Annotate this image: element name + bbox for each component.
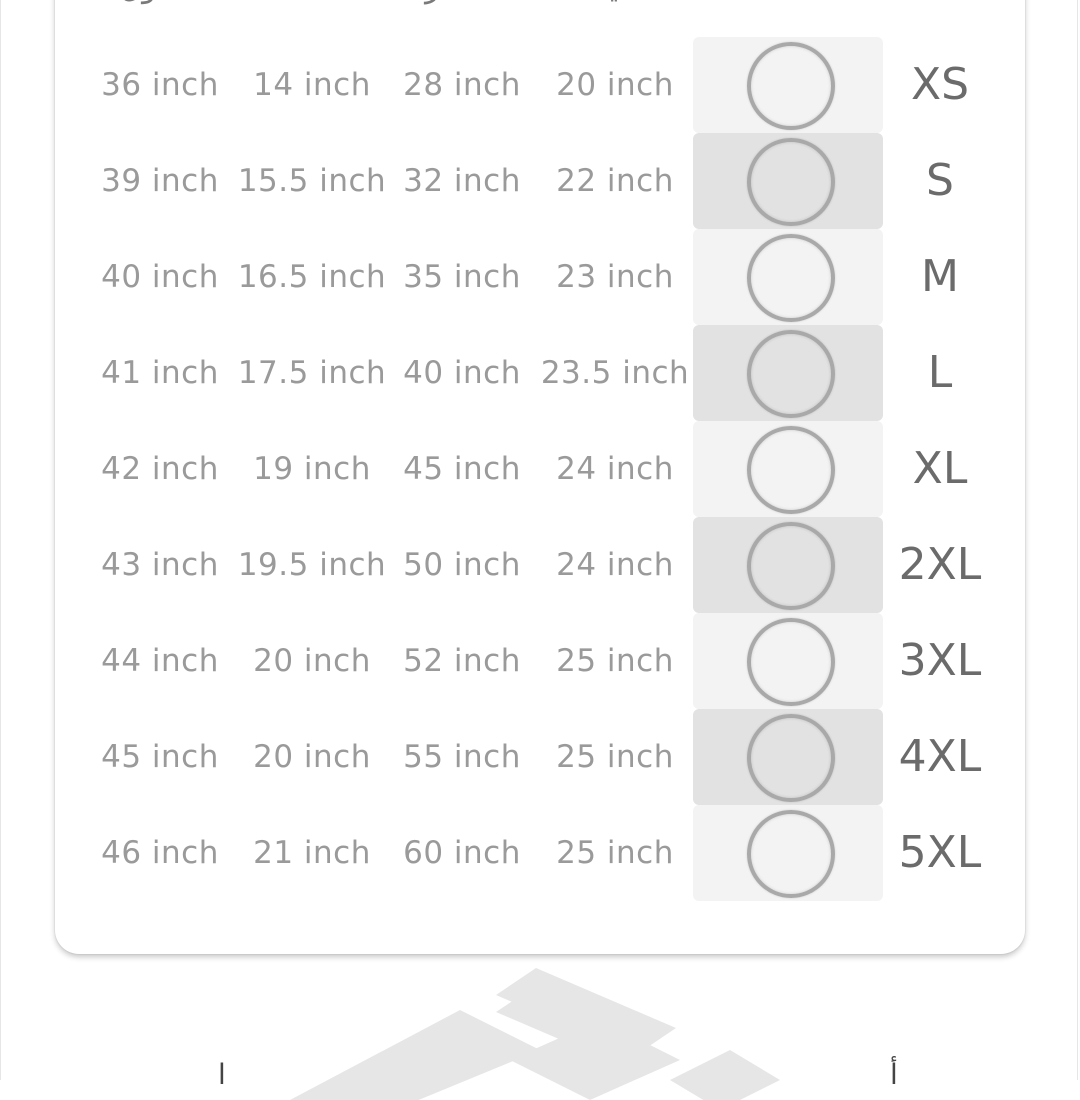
cell-length: 36 inch [101,67,219,103]
cell-sleeve: 24 inch [556,451,674,487]
size-radio-cell[interactable] [693,229,883,325]
header-chest: الصدر [387,0,537,16]
size-label: XS [910,59,970,110]
size-row[interactable]: 42 inch 19 inch 45 inch 24 inch XL [0,421,1080,517]
radio-circle-icon[interactable] [747,42,835,130]
cell-sleeve: 20 inch [556,67,674,103]
cell-shoulder: 19.5 inch [237,547,387,583]
radio-circle-icon[interactable] [747,330,835,418]
cell-chest: 52 inch [403,643,521,679]
size-row[interactable]: 44 inch 20 inch 52 inch 25 inch 3XL [0,613,1080,709]
cell-shoulder: 14 inch [253,67,371,103]
size-label: L [927,347,953,398]
size-label: M [921,251,959,302]
cell-shoulder: 20 inch [253,643,371,679]
size-row[interactable]: 46 inch 21 inch 60 inch 25 inch 5XL [0,805,1080,901]
size-row[interactable]: 41 inch 17.5 inch 40 inch 23.5 inch L [0,325,1080,421]
header-length: الطول [85,0,235,16]
cell-sleeve: 25 inch [556,739,674,775]
radio-circle-icon[interactable] [747,714,835,802]
radio-circle-icon[interactable] [747,810,835,898]
cell-chest: 40 inch [403,355,521,391]
radio-circle-icon[interactable] [747,138,835,226]
size-row[interactable]: 43 inch 19.5 inch 50 inch 24 inch 2XL [0,517,1080,613]
size-label: 5XL [898,827,982,878]
cell-length: 42 inch [101,451,219,487]
cell-length: 39 inch [101,163,219,199]
cell-chest: 60 inch [403,835,521,871]
cell-chest: 35 inch [403,259,521,295]
cell-shoulder: 21 inch [253,835,371,871]
size-radio-cell[interactable] [693,613,883,709]
cell-sleeve: 22 inch [556,163,674,199]
cell-length: 45 inch [101,739,219,775]
cell-sleeve: 25 inch [556,835,674,871]
size-radio-cell[interactable] [693,805,883,901]
cell-chest: 28 inch [403,67,521,103]
radio-circle-icon[interactable] [747,522,835,610]
cell-length: 41 inch [101,355,219,391]
size-radio-cell[interactable] [693,517,883,613]
cell-shoulder: 20 inch [253,739,371,775]
cell-sleeve: 25 inch [556,643,674,679]
cell-shoulder: 15.5 inch [237,163,387,199]
size-radio-cell[interactable] [693,709,883,805]
radio-circle-icon[interactable] [747,426,835,514]
cell-sleeve: 24 inch [556,547,674,583]
size-label: 2XL [898,539,982,590]
cell-chest: 50 inch [403,547,521,583]
size-label: 3XL [898,635,982,686]
cell-shoulder: 16.5 inch [237,259,387,295]
footer-left-text: ا [218,1058,226,1091]
cell-length: 43 inch [101,547,219,583]
radio-circle-icon[interactable] [747,234,835,322]
cell-sleeve: 23 inch [556,259,674,295]
cell-length: 40 inch [101,259,219,295]
size-row[interactable]: 36 inch 14 inch 28 inch 20 inch XS [0,37,1080,133]
header-sleeve: اليد [540,0,690,16]
size-row[interactable]: 40 inch 16.5 inch 35 inch 23 inch M [0,229,1080,325]
cell-length: 44 inch [101,643,219,679]
radio-circle-icon[interactable] [747,618,835,706]
brand-logo-watermark [290,968,780,1100]
size-radio-cell[interactable] [693,37,883,133]
size-radio-cell[interactable] [693,325,883,421]
cell-shoulder: 19 inch [253,451,371,487]
size-row[interactable]: 45 inch 20 inch 55 inch 25 inch 4XL [0,709,1080,805]
cell-length: 46 inch [101,835,219,871]
footer-right-text: أ [890,1058,898,1091]
cell-sleeve: 23.5 inch [540,355,690,391]
cell-chest: 45 inch [403,451,521,487]
size-table-header: الطول الكتف الصدر اليد [0,0,1080,16]
cell-shoulder: 17.5 inch [237,355,387,391]
size-label: S [926,155,954,206]
size-row[interactable]: 39 inch 15.5 inch 32 inch 22 inch S [0,133,1080,229]
size-radio-cell[interactable] [693,133,883,229]
size-radio-cell[interactable] [693,421,883,517]
size-label: XL [912,443,968,494]
cell-chest: 32 inch [403,163,521,199]
size-label: 4XL [898,731,982,782]
cell-chest: 55 inch [403,739,521,775]
header-shoulder: الكتف [237,0,387,16]
